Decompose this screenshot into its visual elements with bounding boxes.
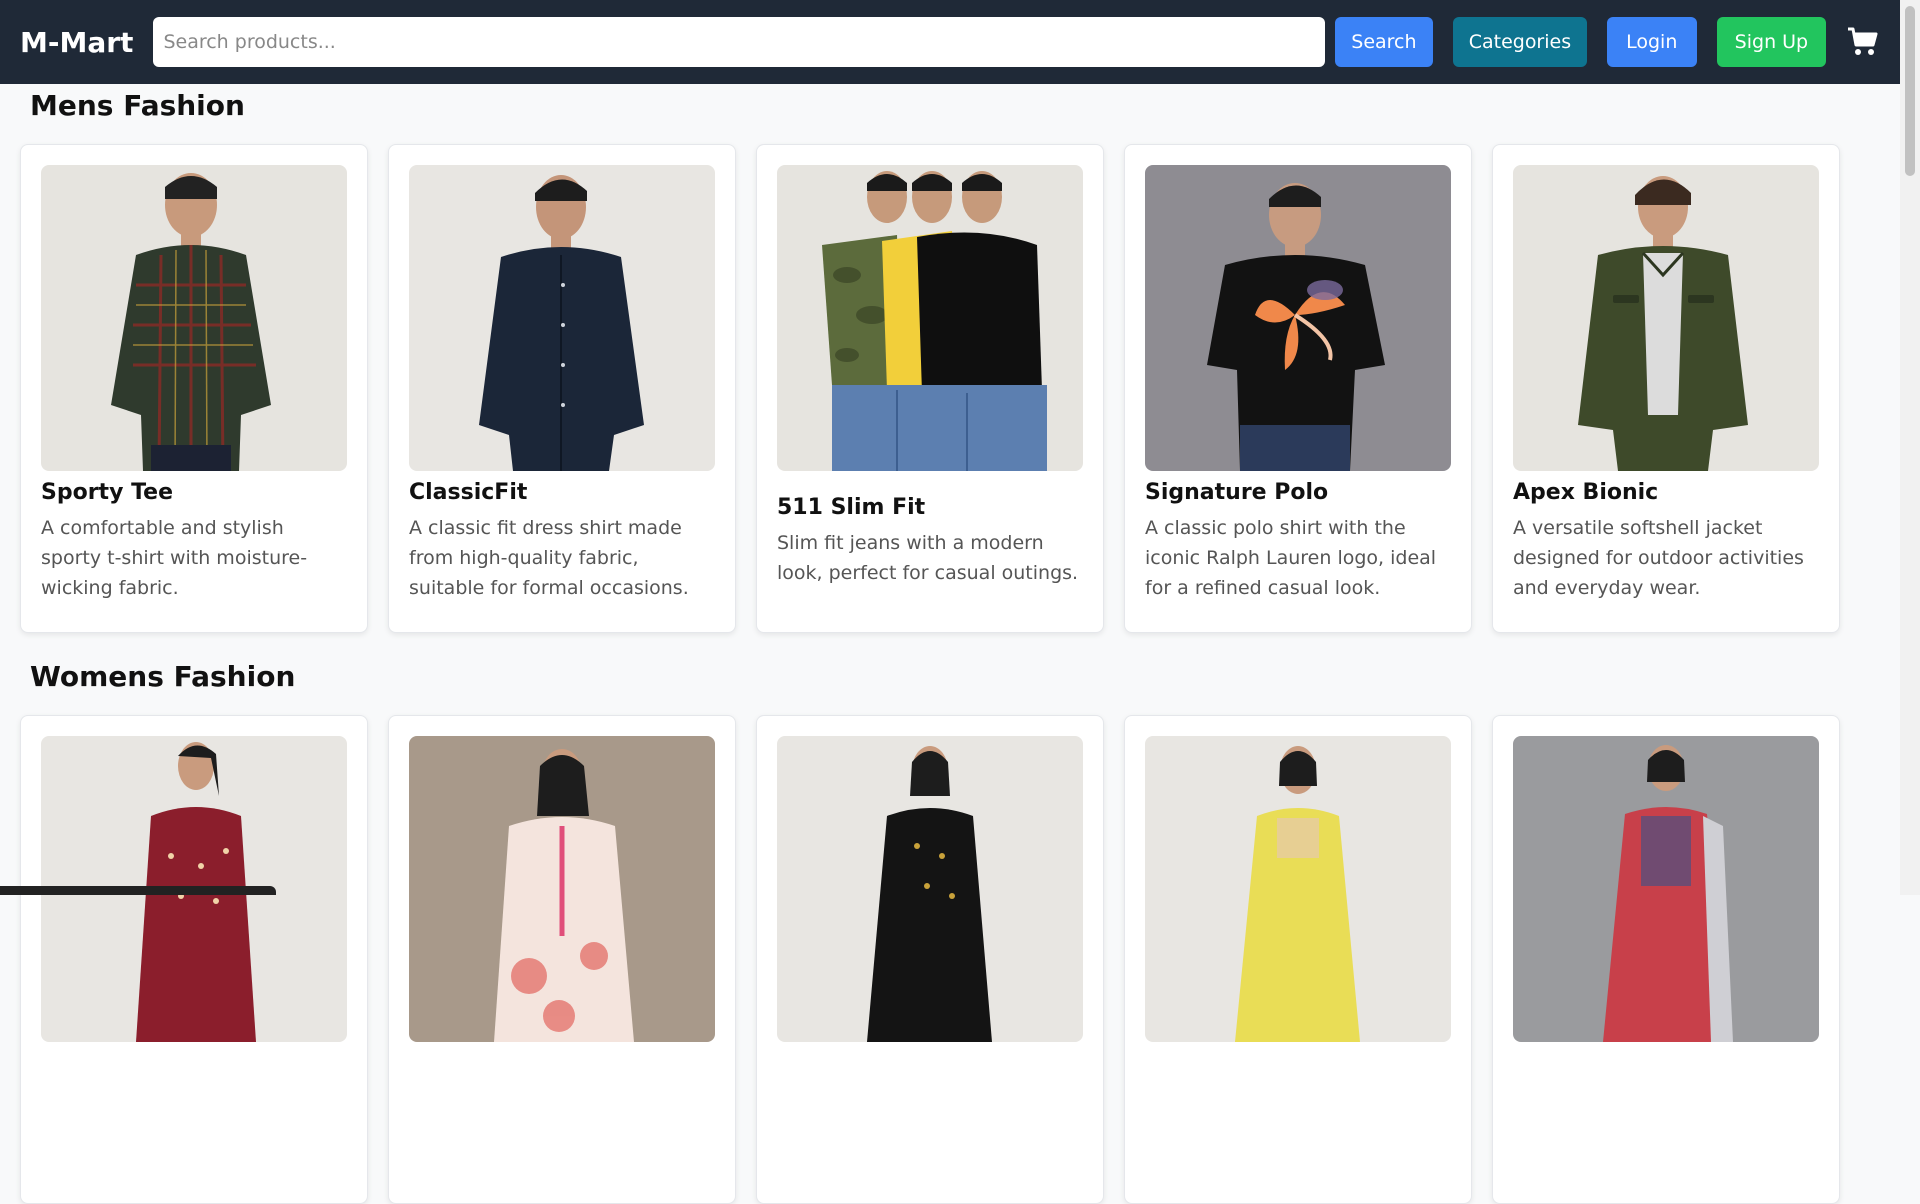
product-description: A comfortable and stylish sporty t-shirt… (41, 517, 308, 599)
section-title-mens: Mens Fashion (30, 89, 245, 122)
toast-bar (0, 886, 276, 895)
product-image (1145, 165, 1451, 471)
product-description: A classic polo shirt with the iconic Ral… (1145, 517, 1437, 599)
product-grid-womens (0, 715, 1900, 1204)
product-grid-mens: Sporty Tee A comfortable and stylish spo… (0, 144, 1900, 633)
search-input[interactable] (153, 17, 1325, 67)
product-card[interactable]: Signature Polo A classic polo shirt with… (1124, 144, 1472, 633)
categories-button[interactable]: Categories (1452, 17, 1587, 67)
product-card[interactable] (1124, 715, 1472, 1204)
product-name: ClassicFit (409, 480, 528, 505)
product-image (1145, 736, 1451, 1042)
product-name: Signature Polo (1145, 480, 1329, 505)
product-card[interactable] (756, 715, 1104, 1204)
signup-button[interactable]: Sign Up (1716, 17, 1827, 67)
product-card[interactable]: Apex Bionic A versatile softshell jacket… (1492, 144, 1840, 633)
main-content: Mens Fashion Sporty Tee A comfortable an… (0, 84, 1900, 1204)
product-card[interactable]: ClassicFit A classic fit dress shirt mad… (388, 144, 736, 633)
product-name: Apex Bionic (1513, 480, 1659, 505)
navbar: M-Mart Search Categories Login Sign Up (0, 0, 1900, 84)
product-card[interactable] (20, 715, 368, 1204)
product-card[interactable]: Sporty Tee A comfortable and stylish spo… (20, 144, 368, 633)
product-image (1513, 736, 1819, 1042)
product-card[interactable] (1492, 715, 1840, 1204)
product-description: Slim fit jeans with a modern look, perfe… (777, 532, 1079, 584)
brand-logo[interactable]: M-Mart (20, 26, 133, 59)
product-image (409, 165, 715, 471)
product-card[interactable] (388, 715, 736, 1204)
product-image (409, 736, 715, 1042)
product-card[interactable]: 511 Slim Fit Slim fit jeans with a moder… (756, 144, 1104, 633)
product-description: A versatile softshell jacket designed fo… (1513, 517, 1804, 599)
product-name: Sporty Tee (41, 480, 173, 505)
shopping-cart-icon[interactable] (1846, 27, 1880, 57)
product-image (1513, 165, 1819, 471)
scrollbar-thumb[interactable] (1905, 6, 1915, 176)
vertical-scrollbar[interactable] (1900, 0, 1920, 895)
search-button[interactable]: Search (1334, 17, 1433, 67)
product-image (777, 736, 1083, 1042)
section-title-womens: Womens Fashion (30, 660, 296, 693)
product-image (777, 165, 1083, 471)
product-image (41, 165, 347, 471)
login-button[interactable]: Login (1606, 17, 1697, 67)
product-description: A classic fit dress shirt made from high… (409, 517, 689, 599)
product-name: 511 Slim Fit (777, 495, 926, 520)
